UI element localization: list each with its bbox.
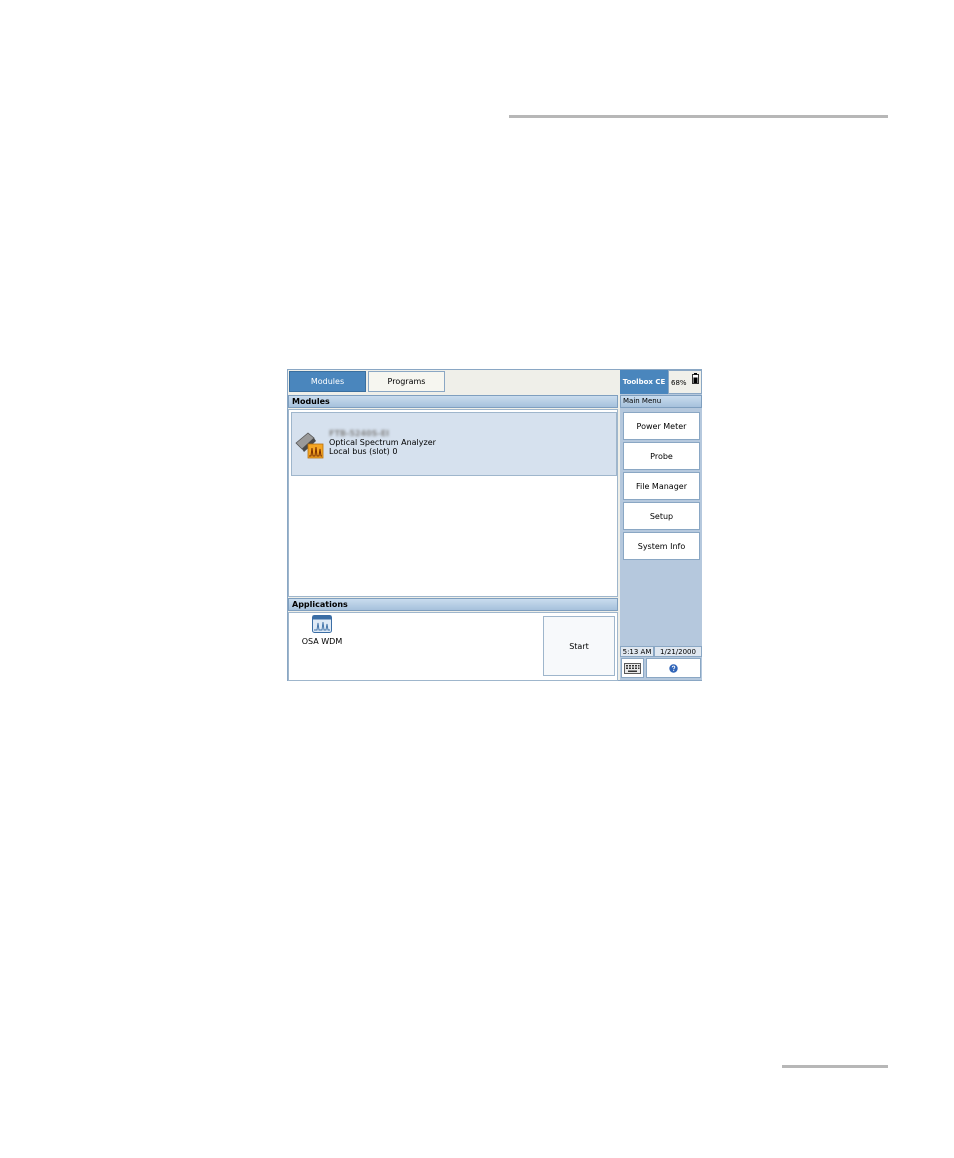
- header-rule: [509, 115, 888, 118]
- probe-button[interactable]: Probe: [623, 442, 700, 470]
- module-name: Optical Spectrum Analyzer: [329, 438, 436, 447]
- applications-panel: OSA WDM Start: [288, 612, 618, 681]
- clock-time: 5:13 AM: [620, 646, 654, 657]
- help-icon: [669, 663, 678, 673]
- battery-icon: [692, 373, 699, 384]
- battery-indicator: 68%: [668, 370, 702, 394]
- toolbox-screen: Modules Programs Modules FTB-5240S-EI Op…: [287, 369, 702, 681]
- modules-list: FTB-5240S-EI Optical Spectrum Analyzer L…: [288, 409, 618, 597]
- tab-programs[interactable]: Programs: [368, 371, 445, 392]
- main-menu-title: Main Menu: [620, 395, 702, 408]
- osa-module-icon: [295, 432, 324, 459]
- power-meter-button[interactable]: Power Meter: [623, 412, 700, 440]
- module-list-item[interactable]: FTB-5240S-EI Optical Spectrum Analyzer L…: [291, 412, 617, 476]
- setup-button[interactable]: Setup: [623, 502, 700, 530]
- system-info-button[interactable]: System Info: [623, 532, 700, 560]
- main-menu-panel: Toolbox CE 68% Main Menu Power Meter Pro…: [620, 370, 702, 680]
- keyboard-icon: [624, 662, 641, 674]
- help-button[interactable]: [646, 658, 701, 678]
- file-manager-button[interactable]: File Manager: [623, 472, 700, 500]
- footer-rule: [782, 1065, 888, 1068]
- keyboard-button[interactable]: [621, 658, 644, 678]
- app-title: Toolbox CE: [620, 370, 668, 394]
- module-location: Local bus (slot) 0: [329, 447, 398, 456]
- app-label: OSA WDM: [301, 637, 343, 646]
- tab-bar: Modules Programs: [288, 370, 619, 394]
- start-button[interactable]: Start: [543, 616, 615, 676]
- osa-wdm-icon: [312, 615, 332, 633]
- modules-section-header: Modules: [288, 395, 618, 408]
- clock-date: 1/21/2000: [654, 646, 702, 657]
- module-details: FTB-5240S-EI Optical Spectrum Analyzer L…: [329, 429, 436, 456]
- module-model: FTB-5240S-EI: [329, 429, 390, 438]
- battery-percent: 68%: [671, 379, 687, 387]
- app-osa-wdm[interactable]: OSA WDM: [295, 615, 349, 653]
- tab-modules[interactable]: Modules: [289, 371, 366, 392]
- applications-section-header: Applications: [288, 598, 618, 611]
